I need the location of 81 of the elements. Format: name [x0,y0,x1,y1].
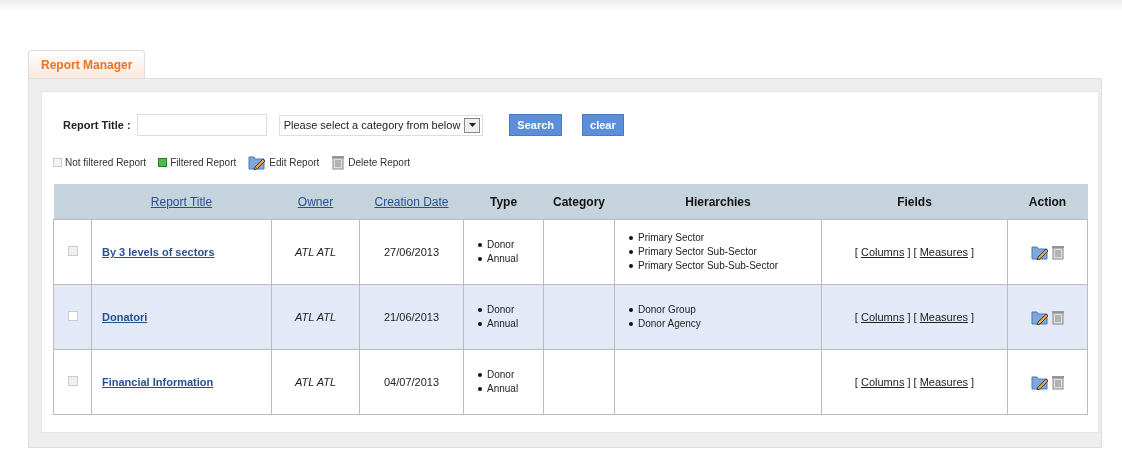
header-label: Action [1028,194,1067,209]
caret-icon [468,123,476,127]
bracket: [ [854,311,858,323]
type-item: Annual [487,382,519,396]
owner-text: ATL ATL [294,311,337,323]
bracket: [ [913,311,917,323]
bullet-icon [629,308,633,312]
title-input[interactable] [136,114,267,136]
bracket: [ [913,376,917,388]
table-row[interactable]: Financial Information ATL ATL 04/07/2013 Donor Annual [ Columns ] [ Measures ] [53,349,1088,415]
empty-square-icon [53,157,62,167]
field-label: Report Title : [63,119,131,131]
bracket: ] [971,311,975,323]
table-row[interactable]: Donatori ATL ATL 21/06/2013 Donor Annual Donor Group Donor Agency [ Columns ] [ Measures ] [53,284,1088,350]
hierarchy-item: Donor Agency [638,317,701,331]
trash-icon [1050,244,1065,260]
sort-link[interactable]: Report Title [150,194,213,209]
table-row[interactable]: By 3 levels of sectors ATL ATL 27/06/2013 Donor Annual Primary Sector Primary Sector Sub-Sector Primary Sector Sub-Sub-Sector [ Columns ] [ Measures ] [53,219,1088,285]
bullet-icon [629,236,633,240]
hierarchy-item: Primary Sector Sub-Sub-Sector [638,259,779,273]
bullet-icon [629,264,633,268]
legend-label: Filtered Report [170,156,237,168]
field-link[interactable]: Measures [919,376,968,388]
bracket: ] [907,246,911,258]
bracket: ] [907,311,911,323]
header-label: Category [553,194,605,209]
legend-label: Delete Report [348,156,411,168]
field-link[interactable]: Measures [919,246,968,258]
field-link[interactable]: Columns [861,246,905,258]
report-link[interactable]: Donatori [102,311,148,323]
hierarchy-item: Donor Group [638,303,696,317]
report-link[interactable]: By 3 levels of sectors [102,246,215,258]
bullet-icon [629,250,633,254]
row-checkbox[interactable] [67,246,78,256]
sort-link[interactable]: Creation Date [374,194,449,209]
legend-label: Not filtered Report [65,156,147,168]
bracket: ] [907,376,911,388]
field-link[interactable]: Columns [861,311,905,323]
field-link[interactable]: Columns [861,376,905,388]
date-text: 21/06/2013 [383,311,440,323]
bracket: ] [971,376,975,388]
legend-label: Edit Report [269,156,320,168]
date-text: 04/07/2013 [383,376,440,388]
bracket: [ [854,246,858,258]
type-item: Annual [487,317,519,331]
filled-square-icon [158,157,168,167]
date-text: 27/06/2013 [383,246,440,258]
edit-icon [1030,309,1049,325]
edit-icon [1030,374,1049,390]
bullet-icon [478,243,482,247]
hierarchy-item: Primary Sector Sub-Sector [638,245,757,259]
header-label: Fields [897,194,932,209]
bracket: [ [913,246,917,258]
category-select[interactable]: Please select a category from below [278,114,484,136]
type-item: Donor [487,303,515,317]
type-item: Annual [487,252,519,266]
trash-icon [1050,309,1065,325]
trash-icon [331,154,346,170]
type-item: Donor [487,368,515,382]
row-checkbox[interactable] [67,311,78,321]
field-link[interactable]: Measures [919,311,968,323]
bullet-icon [629,322,633,326]
trash-icon [1050,374,1065,390]
bullet-icon [478,373,482,377]
row-checkbox[interactable] [67,376,78,386]
bullet-icon [478,322,482,326]
bullet-icon [478,387,482,391]
header-label: Type [489,194,518,209]
bracket: ] [971,246,975,258]
sort-link[interactable]: Owner [297,194,334,209]
owner-text: ATL ATL [294,246,337,258]
edit-icon [248,154,267,170]
header-label: Hierarchies [685,194,751,209]
bullet-icon [478,257,482,261]
owner-text: ATL ATL [294,376,337,388]
hierarchy-item: Primary Sector [638,231,705,245]
report-link[interactable]: Financial Information [102,376,214,388]
edit-icon [1030,244,1049,260]
bullet-icon [478,308,482,312]
type-item: Donor [487,238,515,252]
bracket: [ [854,376,858,388]
